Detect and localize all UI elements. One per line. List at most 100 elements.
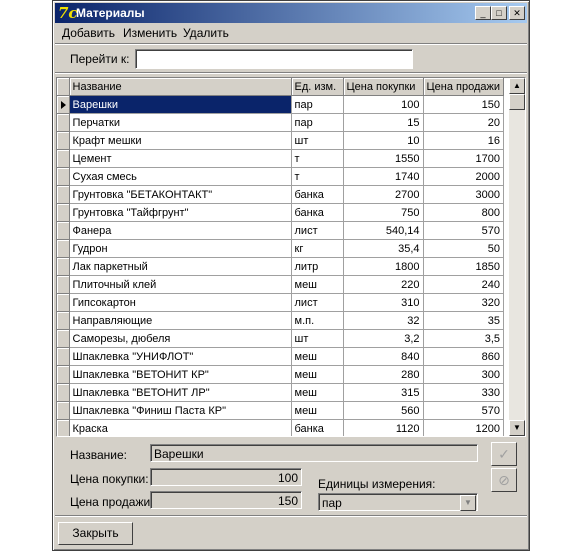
- row-indicator[interactable]: [57, 329, 70, 348]
- col-header-unit[interactable]: Ед. изм.: [291, 78, 344, 96]
- cell-sell-price[interactable]: 16: [423, 131, 504, 150]
- table-row[interactable]: Варешки пар 100 150: [57, 95, 504, 114]
- row-indicator[interactable]: [57, 311, 70, 330]
- cell-buy-price[interactable]: 280: [343, 365, 424, 384]
- close-window-button[interactable]: ✕: [509, 6, 525, 20]
- cell-name[interactable]: Крафт мешки: [69, 131, 292, 150]
- cell-sell-price[interactable]: 35: [423, 311, 504, 330]
- table-row[interactable]: Гудрон кг 35,4 50: [57, 239, 504, 258]
- cell-buy-price[interactable]: 1550: [343, 149, 424, 168]
- row-indicator[interactable]: [57, 419, 70, 436]
- cell-name[interactable]: Грунтовка "Тайфгрунт": [69, 203, 292, 222]
- cell-buy-price[interactable]: 540,14: [343, 221, 424, 240]
- cell-sell-price[interactable]: 3000: [423, 185, 504, 204]
- cell-name[interactable]: Перчатки: [69, 113, 292, 132]
- col-header-buy-price[interactable]: Цена покупки: [343, 78, 424, 96]
- cell-buy-price[interactable]: 560: [343, 401, 424, 420]
- menu-delete[interactable]: Удалить: [183, 26, 229, 40]
- cell-unit[interactable]: литр: [291, 257, 344, 276]
- table-row[interactable]: Фанера лист 540,14 570: [57, 221, 504, 240]
- table-row[interactable]: Крафт мешки шт 10 16: [57, 131, 504, 150]
- cell-sell-price[interactable]: 300: [423, 365, 504, 384]
- chevron-down-icon[interactable]: ▼: [460, 495, 476, 511]
- row-indicator[interactable]: [57, 401, 70, 420]
- cell-buy-price[interactable]: 100: [343, 95, 424, 114]
- cell-sell-price[interactable]: 2000: [423, 167, 504, 186]
- cell-buy-price[interactable]: 315: [343, 383, 424, 402]
- cell-unit[interactable]: лист: [291, 293, 344, 312]
- table-row[interactable]: Краска банка 1120 1200: [57, 419, 504, 436]
- cell-unit[interactable]: банка: [291, 185, 344, 204]
- cell-unit[interactable]: т: [291, 149, 344, 168]
- row-indicator[interactable]: [57, 275, 70, 294]
- cell-sell-price[interactable]: 150: [423, 95, 504, 114]
- table-row[interactable]: Шпаклевка "Финиш Паста КР" меш 560 570: [57, 401, 504, 420]
- table-row[interactable]: Саморезы, дюбеля шт 3,2 3,5: [57, 329, 504, 348]
- cell-sell-price[interactable]: 1700: [423, 149, 504, 168]
- table-row[interactable]: Направляющие м.п. 32 35: [57, 311, 504, 330]
- col-header-sell-price[interactable]: Цена продажи: [423, 78, 504, 96]
- table-row[interactable]: Перчатки пар 15 20: [57, 113, 504, 132]
- cell-sell-price[interactable]: 1850: [423, 257, 504, 276]
- row-indicator[interactable]: [57, 293, 70, 312]
- row-indicator[interactable]: [57, 131, 70, 150]
- cell-buy-price[interactable]: 15: [343, 113, 424, 132]
- row-indicator[interactable]: [57, 221, 70, 240]
- row-indicator[interactable]: [57, 203, 70, 222]
- cell-name[interactable]: Шпаклевка "ВЕТОНИТ ЛР": [69, 383, 292, 402]
- table-row[interactable]: Грунтовка "Тайфгрунт" банка 750 800: [57, 203, 504, 222]
- cell-name[interactable]: Шпаклевка "ВЕТОНИТ КР": [69, 365, 292, 384]
- row-indicator[interactable]: [57, 167, 70, 186]
- cell-unit[interactable]: кг: [291, 239, 344, 258]
- cell-sell-price[interactable]: 20: [423, 113, 504, 132]
- cell-name[interactable]: Направляющие: [69, 311, 292, 330]
- table-row[interactable]: Плиточный клей меш 220 240: [57, 275, 504, 294]
- cell-sell-price[interactable]: 860: [423, 347, 504, 366]
- cell-unit[interactable]: меш: [291, 347, 344, 366]
- cell-buy-price[interactable]: 2700: [343, 185, 424, 204]
- unit-combo[interactable]: пар ▼: [318, 493, 478, 511]
- buy-price-field[interactable]: 100: [150, 468, 302, 486]
- cell-unit[interactable]: меш: [291, 275, 344, 294]
- name-field[interactable]: Варешки: [150, 444, 478, 462]
- row-indicator[interactable]: [57, 239, 70, 258]
- row-indicator[interactable]: [57, 95, 70, 114]
- cell-name[interactable]: Сухая смесь: [69, 167, 292, 186]
- cell-buy-price[interactable]: 3,2: [343, 329, 424, 348]
- cell-name[interactable]: Фанера: [69, 221, 292, 240]
- cell-sell-price[interactable]: 800: [423, 203, 504, 222]
- cell-unit[interactable]: м.п.: [291, 311, 344, 330]
- cell-unit[interactable]: банка: [291, 419, 344, 436]
- cell-sell-price[interactable]: 570: [423, 401, 504, 420]
- scroll-down-button[interactable]: ▼: [509, 420, 525, 436]
- cell-unit[interactable]: шт: [291, 131, 344, 150]
- close-button[interactable]: Закрыть: [58, 522, 133, 545]
- table-row[interactable]: Цемент т 1550 1700: [57, 149, 504, 168]
- cell-sell-price[interactable]: 3,5: [423, 329, 504, 348]
- sell-price-field[interactable]: 150: [150, 491, 302, 509]
- table-row[interactable]: Шпаклевка "УНИФЛОТ" меш 840 860: [57, 347, 504, 366]
- materials-grid[interactable]: Название Ед. изм. Цена покупки Цена прод…: [56, 77, 526, 437]
- table-row[interactable]: Шпаклевка "ВЕТОНИТ ЛР" меш 315 330: [57, 383, 504, 402]
- col-header-name[interactable]: Название: [69, 78, 292, 96]
- cell-name[interactable]: Саморезы, дюбеля: [69, 329, 292, 348]
- title-bar[interactable]: 7c Материалы _ □ ✕: [55, 3, 527, 23]
- cell-sell-price[interactable]: 240: [423, 275, 504, 294]
- row-indicator[interactable]: [57, 149, 70, 168]
- cell-name[interactable]: Шпаклевка "УНИФЛОТ": [69, 347, 292, 366]
- cell-sell-price[interactable]: 570: [423, 221, 504, 240]
- row-indicator[interactable]: [57, 113, 70, 132]
- cell-unit[interactable]: пар: [291, 95, 344, 114]
- cell-unit[interactable]: меш: [291, 401, 344, 420]
- cell-sell-price[interactable]: 50: [423, 239, 504, 258]
- scroll-thumb[interactable]: [509, 94, 525, 110]
- row-indicator[interactable]: [57, 185, 70, 204]
- cell-name[interactable]: Гудрон: [69, 239, 292, 258]
- cell-unit[interactable]: пар: [291, 113, 344, 132]
- cell-sell-price[interactable]: 1200: [423, 419, 504, 436]
- cell-unit[interactable]: меш: [291, 383, 344, 402]
- cell-name[interactable]: Лак паркетный: [69, 257, 292, 276]
- table-row[interactable]: Шпаклевка "ВЕТОНИТ КР" меш 280 300: [57, 365, 504, 384]
- table-row[interactable]: Сухая смесь т 1740 2000: [57, 167, 504, 186]
- cell-buy-price[interactable]: 1740: [343, 167, 424, 186]
